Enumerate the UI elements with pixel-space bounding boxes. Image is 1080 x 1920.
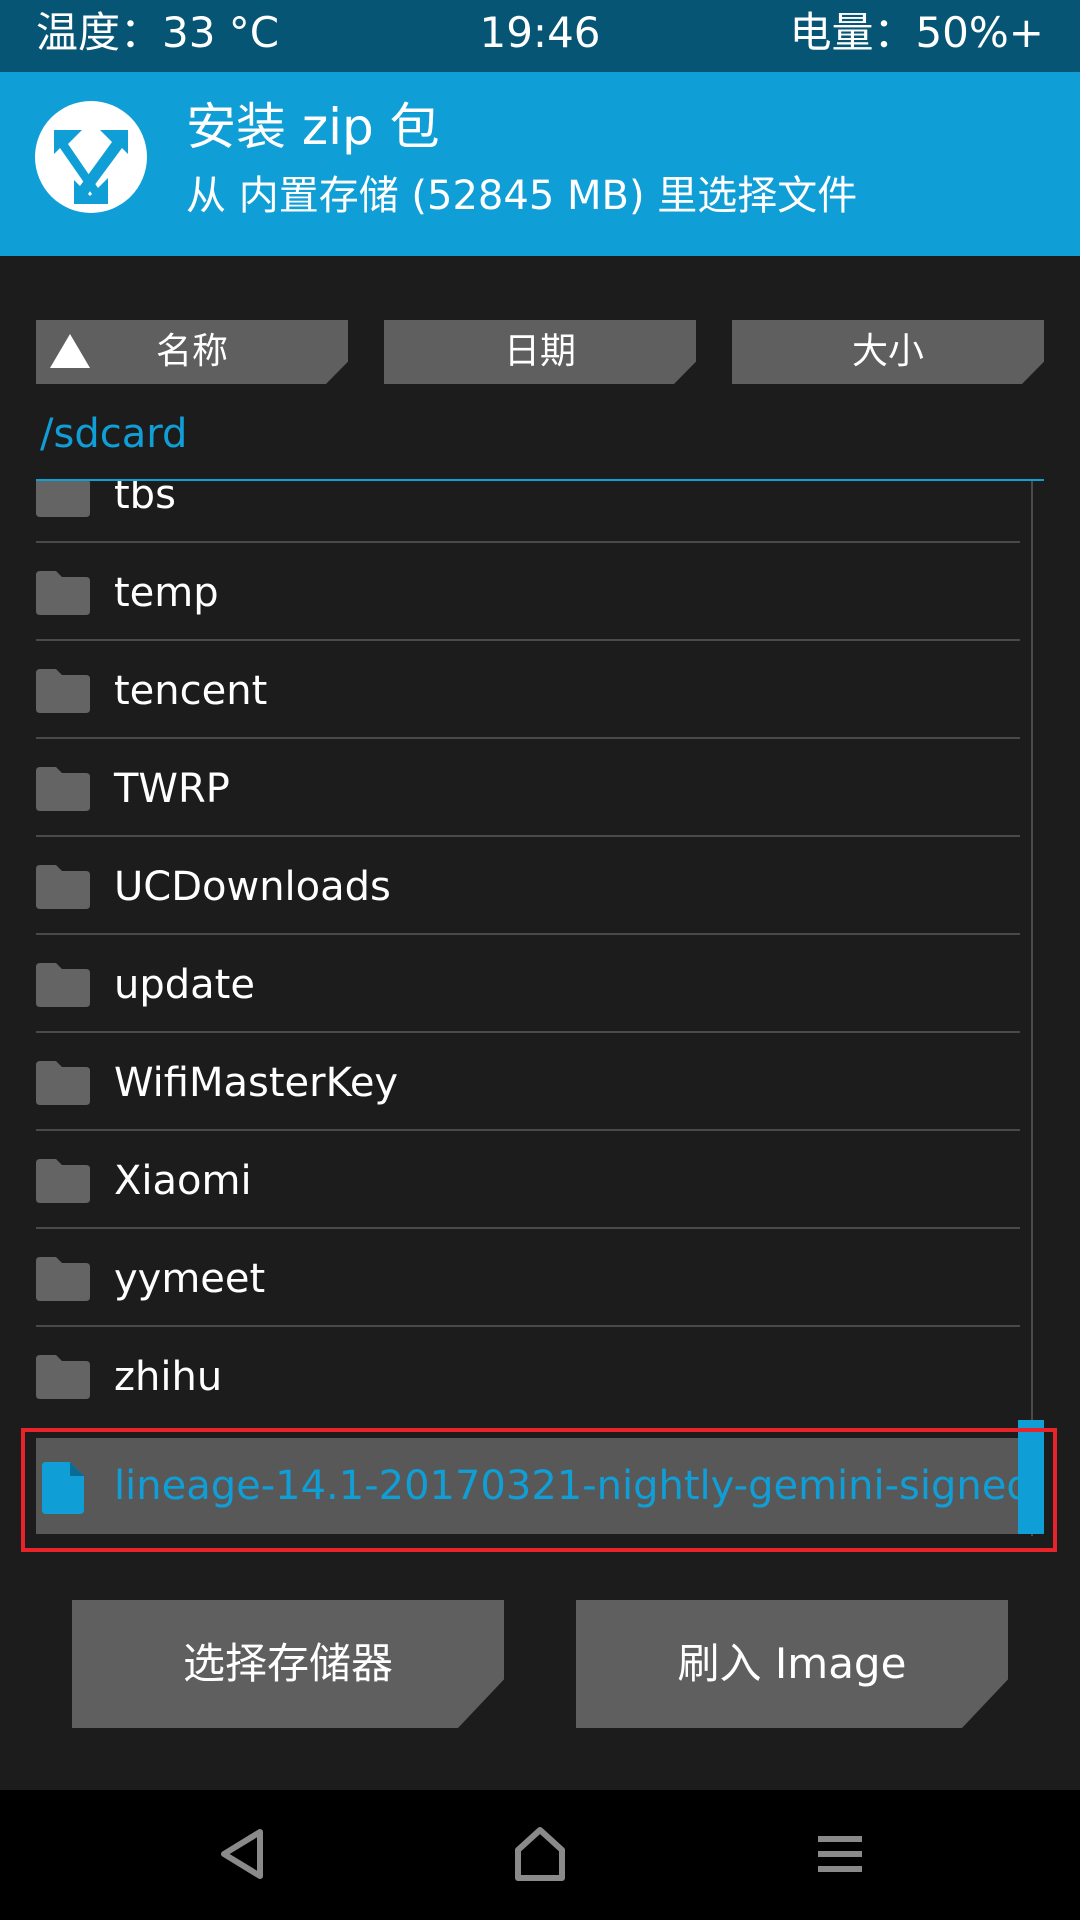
folder-name: UCDownloads — [114, 864, 391, 910]
menu-icon[interactable] — [812, 1824, 868, 1884]
folder-row[interactable]: update — [36, 937, 1020, 1033]
row-divider — [36, 835, 1020, 837]
row-divider — [36, 1031, 1020, 1033]
sort-by-date-button[interactable]: 日期 — [384, 320, 696, 384]
file-list[interactable]: tbs temp tencent TWRP UCDownloads update… — [36, 481, 1036, 1534]
select-storage-button[interactable]: 选择存储器 — [72, 1600, 504, 1728]
row-divider — [36, 1227, 1020, 1229]
folder-name: TWRP — [114, 766, 230, 812]
battery-text: 电量：50%+ — [789, 8, 1044, 57]
status-bar: 温度：33 °C 19:46 电量：50%+ — [0, 0, 1080, 72]
row-divider — [36, 1325, 1020, 1327]
folder-row[interactable]: WifiMasterKey — [36, 1035, 1020, 1131]
folder-name: update — [114, 962, 255, 1008]
header-bar: 安装 zip 包 从 内置存储 (52845 MB) 里选择文件 — [0, 72, 1080, 256]
row-divider — [36, 933, 1020, 935]
folder-row[interactable]: temp — [36, 545, 1020, 641]
current-path: /sdcard — [40, 411, 188, 457]
sort-ascending-icon — [50, 334, 90, 368]
folder-icon — [36, 767, 90, 811]
row-divider — [36, 737, 1020, 739]
folder-row[interactable]: tbs — [36, 481, 1020, 543]
folder-icon — [36, 669, 90, 713]
folder-icon — [36, 1257, 90, 1301]
folder-row[interactable]: zhihu — [36, 1329, 1020, 1425]
folder-icon — [36, 963, 90, 1007]
folder-name: yymeet — [114, 1256, 266, 1302]
sort-by-size-label: 大小 — [851, 331, 924, 372]
sort-by-name-label: 名称 — [155, 331, 228, 372]
folder-name: WifiMasterKey — [114, 1060, 399, 1106]
sort-by-date-label: 日期 — [503, 331, 576, 372]
page-title: 安装 zip 包 — [186, 98, 440, 156]
folder-icon — [36, 571, 90, 615]
page-subtitle: 从 内置存储 (52845 MB) 里选择文件 — [186, 173, 858, 219]
twrp-logo-icon — [35, 101, 147, 213]
folder-name: temp — [114, 570, 219, 616]
back-icon[interactable] — [214, 1824, 270, 1884]
sort-by-name-button[interactable]: 名称 — [36, 320, 348, 384]
folder-row[interactable]: TWRP — [36, 741, 1020, 837]
folder-icon — [36, 1355, 90, 1399]
folder-name: tbs — [114, 481, 176, 518]
row-divider — [36, 541, 1020, 543]
flash-image-button[interactable]: 刷入 Image — [576, 1600, 1008, 1728]
flash-image-label: 刷入 Image — [677, 1639, 907, 1688]
folder-row[interactable]: yymeet — [36, 1231, 1020, 1327]
home-icon[interactable] — [512, 1824, 568, 1884]
folder-row[interactable]: tencent — [36, 643, 1020, 739]
folder-name: tencent — [114, 668, 268, 714]
navigation-bar — [0, 1790, 1080, 1920]
folder-icon — [36, 481, 90, 517]
row-divider — [36, 1129, 1020, 1131]
folder-icon — [36, 865, 90, 909]
folder-icon — [36, 1061, 90, 1105]
folder-icon — [36, 1159, 90, 1203]
select-storage-label: 选择存储器 — [182, 1639, 393, 1688]
folder-row[interactable]: UCDownloads — [36, 839, 1020, 935]
folder-row[interactable]: Xiaomi — [36, 1133, 1020, 1229]
folder-name: Xiaomi — [114, 1158, 252, 1204]
highlight-box — [21, 1428, 1057, 1552]
folder-name: zhihu — [114, 1354, 223, 1400]
sort-by-size-button[interactable]: 大小 — [732, 320, 1044, 384]
row-divider — [36, 639, 1020, 641]
